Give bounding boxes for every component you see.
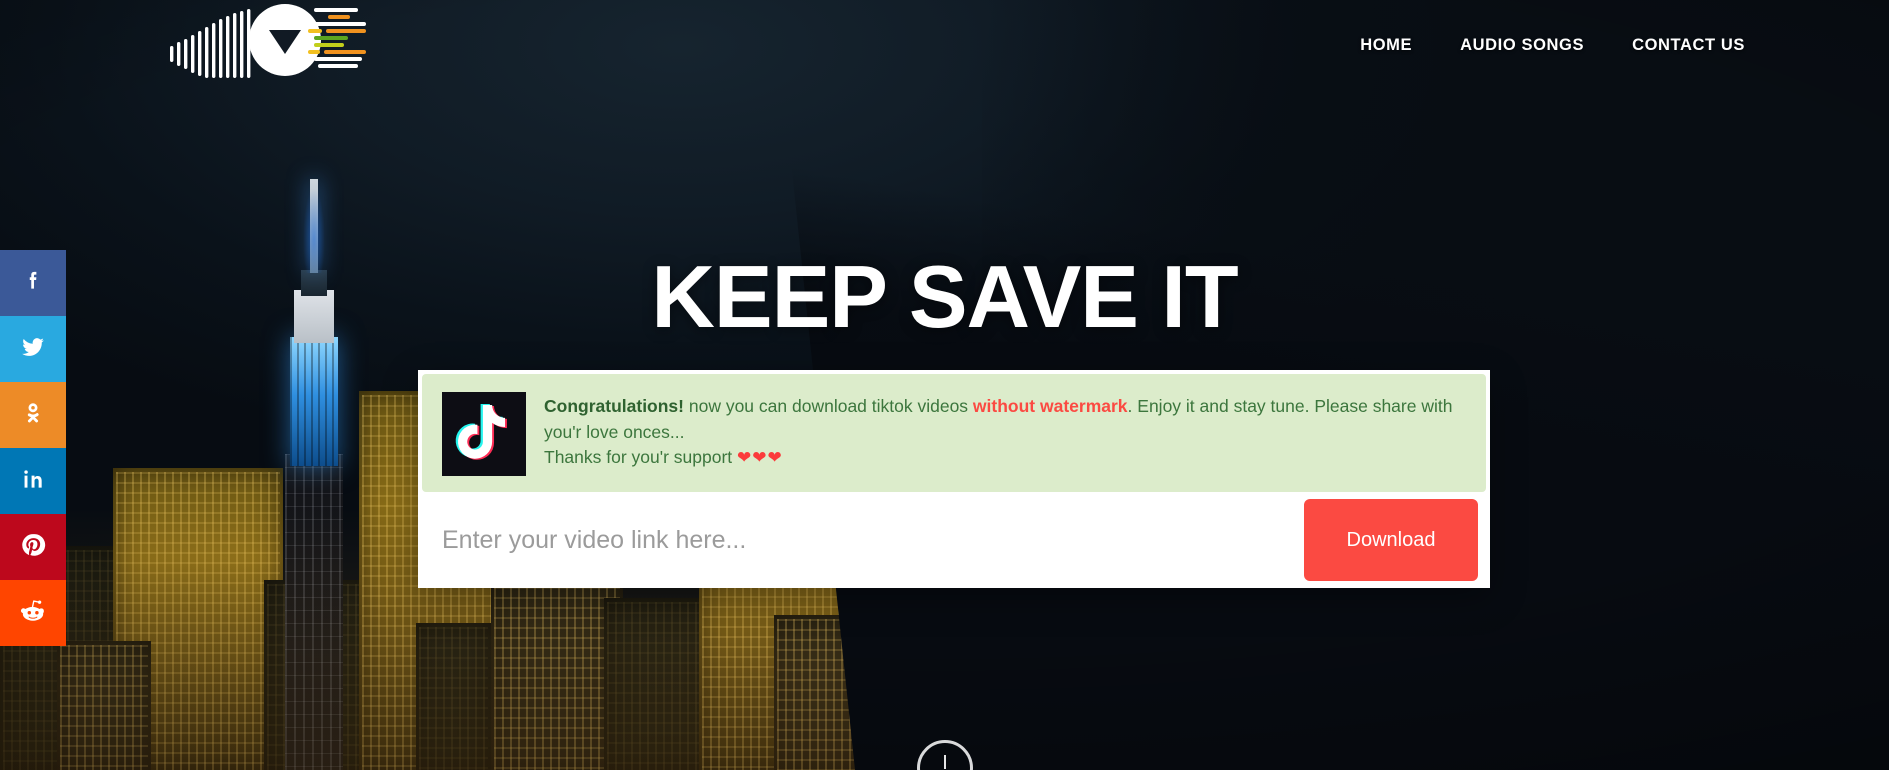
- announcement-thanks: Thanks for you'r support: [544, 447, 738, 468]
- announcement-text: Congratulations! now you can download ti…: [544, 392, 1466, 476]
- download-button[interactable]: Download: [1304, 499, 1478, 581]
- social-link-facebook[interactable]: [0, 250, 66, 316]
- heart-icons: ❤❤❤: [737, 448, 783, 468]
- video-link-input[interactable]: [428, 507, 1304, 573]
- twitter-icon: [20, 334, 46, 365]
- social-link-pinterest[interactable]: [0, 514, 66, 580]
- tiktok-icon: [442, 392, 526, 476]
- announcement-strong: Congratulations!: [544, 396, 684, 416]
- main-navigation: HOME AUDIO SONGS CONTACT US: [1336, 30, 1769, 61]
- odnoklassniki-icon: [20, 400, 46, 431]
- social-link-linkedin[interactable]: [0, 448, 66, 514]
- social-share-rail: [0, 250, 66, 646]
- announcement-banner: Congratulations! now you can download ti…: [422, 374, 1486, 492]
- social-link-twitter[interactable]: [0, 316, 66, 382]
- download-card: Congratulations! now you can download ti…: [418, 370, 1490, 588]
- download-form: Download: [418, 496, 1490, 588]
- keepsaveit-logo[interactable]: [168, 2, 368, 78]
- announcement-text-1: now you can download tiktok videos: [684, 396, 973, 416]
- nav-item-home[interactable]: HOME: [1336, 30, 1436, 61]
- announcement-highlight: without watermark: [972, 396, 1128, 416]
- social-link-odnoklassniki[interactable]: [0, 382, 66, 448]
- reddit-icon: [20, 598, 46, 629]
- facebook-icon: [20, 268, 46, 299]
- pinterest-icon: [20, 532, 46, 563]
- nav-item-audio-songs[interactable]: AUDIO SONGS: [1436, 30, 1608, 61]
- nav-item-contact-us[interactable]: CONTACT US: [1608, 30, 1769, 61]
- page-title: KEEP SAVE IT: [651, 247, 1238, 346]
- site-header: HOME AUDIO SONGS CONTACT US: [0, 0, 1889, 96]
- social-link-reddit[interactable]: [0, 580, 66, 646]
- linkedin-icon: [20, 466, 46, 497]
